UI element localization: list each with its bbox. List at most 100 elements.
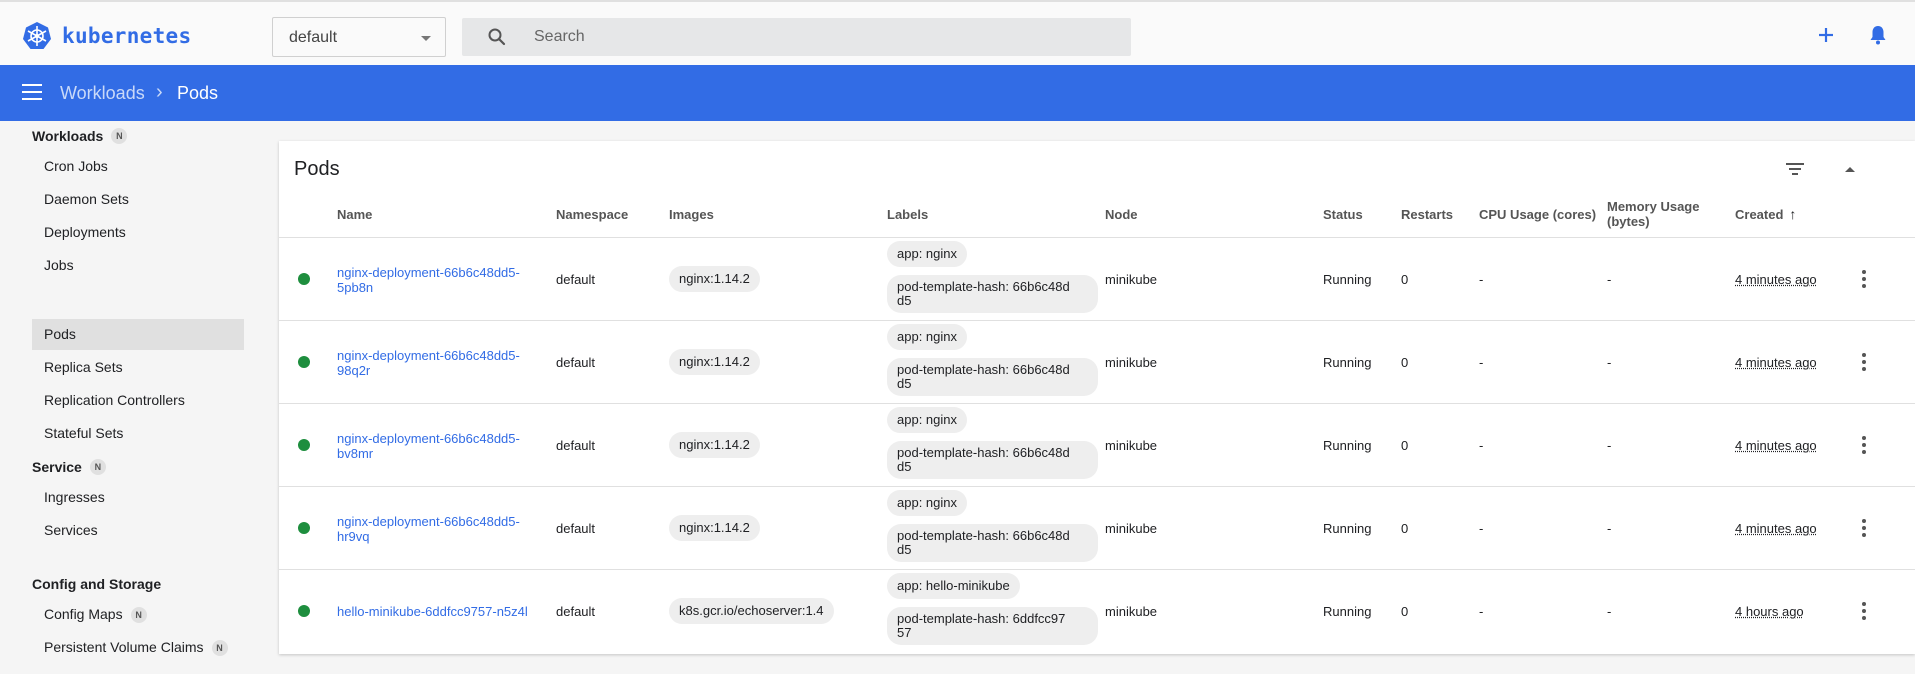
chevron-down-icon	[421, 36, 431, 41]
search-bar[interactable]	[462, 18, 1131, 56]
sidebar-section-label: Service	[32, 459, 82, 475]
brand-logo-link[interactable]: kubernetes	[22, 21, 191, 51]
pod-memory-usage: -	[1607, 521, 1612, 536]
sidebar-item-jobs[interactable]: Jobs	[32, 250, 244, 281]
sidebar-section-config-and-storage[interactable]: Config and Storage	[32, 576, 161, 592]
pod-node: minikube	[1105, 272, 1158, 287]
col-header-namespace[interactable]: Namespace	[556, 191, 628, 237]
pod-status: Running	[1323, 438, 1372, 453]
sidebar-item-label: Services	[44, 522, 98, 538]
sidebar-item-label: Persistent Volume Claims	[44, 639, 204, 655]
sidebar-item-persistent-volume-claims[interactable]: Persistent Volume Claims N	[32, 632, 244, 663]
pod-node: minikube	[1105, 604, 1158, 619]
pod-memory-usage: -	[1607, 355, 1612, 370]
pods-card: Pods Name Namespace Images Labels Node S…	[279, 141, 1915, 654]
label-chip: pod-template-hash: 66b6c48d d5	[887, 358, 1098, 396]
pod-node: minikube	[1105, 438, 1158, 453]
sidebar-item-pods[interactable]: Pods	[32, 319, 244, 350]
label-chip: app: nginx	[887, 490, 967, 516]
col-header-name[interactable]: Name	[337, 191, 372, 237]
sidebar-item-daemon-sets[interactable]: Daemon Sets	[32, 184, 244, 215]
col-header-restarts[interactable]: Restarts	[1401, 191, 1453, 237]
col-header-memory-usage[interactable]: Memory Usage (bytes)	[1607, 191, 1699, 237]
namespace-selector[interactable]: default	[272, 17, 446, 57]
status-running-icon	[298, 605, 310, 617]
sidebar-item-deployments[interactable]: Deployments	[32, 217, 244, 248]
pod-memory-usage: -	[1607, 604, 1612, 619]
filter-icon[interactable]	[1786, 162, 1804, 176]
label-chip-line1: pod-template-hash: 66b6c48d	[897, 279, 1070, 294]
pod-cpu-usage: -	[1479, 604, 1484, 619]
sort-arrow-up-icon: ↑	[1789, 205, 1797, 222]
pod-cpu-usage: -	[1479, 355, 1484, 370]
label-chip-line1: pod-template-hash: 66b6c48d	[897, 362, 1070, 377]
image-chip: k8s.gcr.io/echoserver:1.4	[669, 598, 834, 624]
pod-namespace: default	[556, 355, 596, 370]
pod-name-line1: hello-minikube-6ddfcc9757-n5z4l	[337, 604, 528, 619]
col-header-images: Images	[669, 206, 714, 222]
pod-cpu-usage: -	[1479, 438, 1484, 453]
table-row: nginx-deployment-66b6c48dd5- bv8mr defau…	[279, 404, 1915, 487]
sidebar-item-label: Daemon Sets	[44, 191, 129, 207]
more-vert-icon[interactable]	[1862, 602, 1866, 623]
sidebar-item-stateful-sets[interactable]: Stateful Sets	[32, 418, 244, 449]
sidebar-section-workloads[interactable]: Workloads N	[32, 128, 128, 144]
top-toolbar: kubernetes default	[0, 0, 1915, 65]
sidebar-item-services[interactable]: Services	[32, 515, 244, 546]
sidebar-item-ingresses[interactable]: Ingresses	[32, 482, 244, 513]
image-chip: nginx:1.14.2	[669, 266, 760, 292]
pod-cpu-usage: -	[1479, 521, 1484, 536]
col-header-memory-line1: Memory Usage	[1607, 199, 1700, 214]
label-chip: pod-template-hash: 6ddfcc97 57	[887, 607, 1098, 645]
kubernetes-logo-icon	[23, 22, 51, 49]
sidebar-item-replication-controllers[interactable]: Replication Controllers	[32, 385, 244, 416]
col-header-created[interactable]: Created ↑	[1735, 191, 1796, 237]
more-vert-icon[interactable]	[1862, 519, 1866, 540]
card-title: Pods	[294, 158, 340, 180]
status-running-icon	[298, 439, 310, 451]
sidebar-item-cron-jobs[interactable]: Cron Jobs	[32, 151, 244, 182]
search-input[interactable]	[534, 18, 1114, 56]
create-resource-plus-icon[interactable]	[1814, 23, 1838, 47]
more-vert-icon[interactable]	[1862, 353, 1866, 374]
more-vert-icon[interactable]	[1862, 270, 1866, 291]
pod-status: Running	[1323, 521, 1372, 536]
pod-created: 4 minutes ago	[1735, 438, 1817, 453]
sidebar-item-label: Replica Sets	[44, 359, 123, 375]
col-header-labels: Labels	[887, 206, 929, 222]
pod-created: 4 minutes ago	[1735, 521, 1817, 536]
pod-name-line1: nginx-deployment-66b6c48dd5-	[337, 265, 520, 280]
notifications-bell-icon[interactable]	[1866, 23, 1890, 47]
sidebar-item-label: Ingresses	[44, 489, 105, 505]
pod-name-line1: nginx-deployment-66b6c48dd5-	[337, 514, 520, 529]
collapse-arrow-icon[interactable]	[1845, 167, 1855, 172]
namespaced-badge: N	[111, 128, 128, 144]
label-chip: app: hello-minikube	[887, 573, 1020, 599]
menu-hamburger-icon[interactable]	[22, 84, 42, 100]
sidebar-item-label: Replication Controllers	[44, 392, 185, 408]
status-running-icon	[298, 273, 310, 285]
pod-memory-usage: -	[1607, 272, 1612, 287]
pod-status: Running	[1323, 272, 1372, 287]
namespaced-badge: N	[89, 459, 106, 475]
pod-name-link[interactable]: nginx-deployment-66b6c48dd5- 98q2r	[337, 348, 547, 378]
col-header-node[interactable]: Node	[1105, 191, 1138, 237]
sidebar-section-service[interactable]: Service N	[32, 459, 106, 475]
sidebar-nav: Workloads N Cron Jobs Daemon Sets Deploy…	[0, 121, 262, 674]
sidebar-item-config-maps[interactable]: Config Maps N	[32, 599, 244, 630]
pod-restarts: 0	[1401, 272, 1409, 287]
pod-restarts: 0	[1401, 521, 1409, 536]
pod-name-link[interactable]: nginx-deployment-66b6c48dd5- hr9vq	[337, 514, 547, 544]
sidebar-item-replica-sets[interactable]: Replica Sets	[32, 352, 244, 383]
breadcrumb-workloads-link[interactable]: Workloads	[60, 83, 145, 104]
more-vert-icon[interactable]	[1862, 436, 1866, 457]
sidebar-item-label: Deployments	[44, 224, 126, 240]
pod-name-link[interactable]: nginx-deployment-66b6c48dd5- 5pb8n	[337, 265, 547, 295]
col-header-cpu-usage[interactable]: CPU Usage (cores)	[1479, 191, 1596, 237]
pod-name-link[interactable]: nginx-deployment-66b6c48dd5- bv8mr	[337, 431, 547, 461]
label-chip-line1: pod-template-hash: 66b6c48d	[897, 445, 1070, 460]
pod-namespace: default	[556, 521, 596, 536]
col-header-status[interactable]: Status	[1323, 191, 1363, 237]
pod-name-link[interactable]: hello-minikube-6ddfcc9757-n5z4l	[337, 604, 547, 619]
pod-name-line2: bv8mr	[337, 446, 374, 461]
